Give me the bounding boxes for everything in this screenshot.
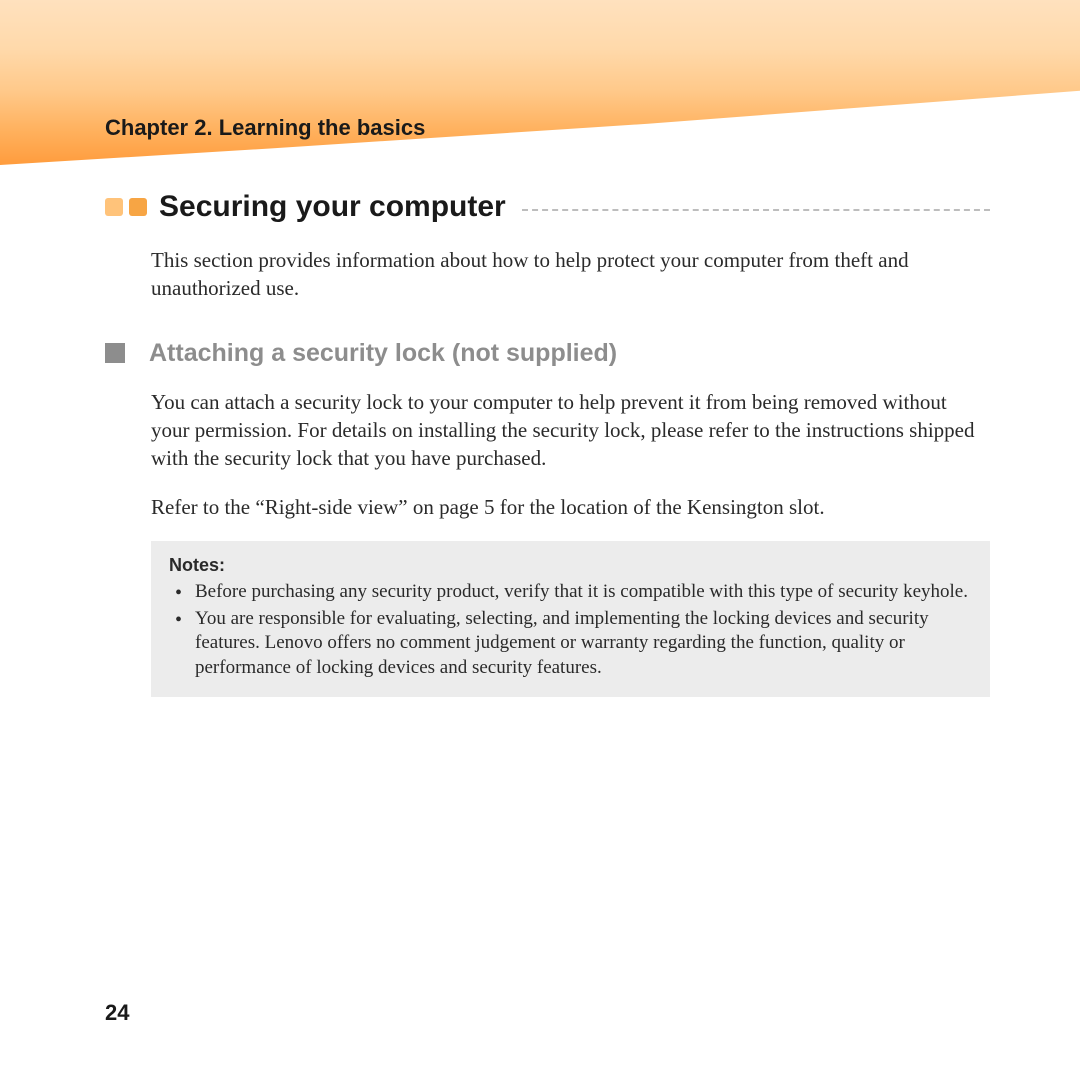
body-paragraph: You can attach a security lock to your c… bbox=[151, 388, 990, 473]
section-title: Securing your computer bbox=[159, 190, 506, 224]
square-icon bbox=[105, 343, 125, 363]
section-header: Securing your computer bbox=[105, 190, 990, 224]
section-bullet-icon bbox=[105, 198, 147, 216]
subsection-header: Attaching a security lock (not supplied) bbox=[105, 339, 990, 368]
dashed-rule bbox=[522, 209, 990, 211]
page-number: 24 bbox=[105, 1000, 129, 1026]
note-item: You are responsible for evaluating, sele… bbox=[169, 607, 972, 681]
page-content: Securing your computer This section prov… bbox=[105, 190, 990, 697]
subsection-title: Attaching a security lock (not supplied) bbox=[149, 339, 617, 368]
square-icon bbox=[105, 198, 123, 216]
body-paragraph: Refer to the “Right-side view” on page 5… bbox=[151, 493, 990, 521]
notes-list: Before purchasing any security product, … bbox=[169, 580, 972, 681]
square-icon bbox=[129, 198, 147, 216]
notes-box: Notes: Before purchasing any security pr… bbox=[151, 541, 990, 697]
note-item: Before purchasing any security product, … bbox=[169, 580, 972, 605]
chapter-heading: Chapter 2. Learning the basics bbox=[105, 115, 425, 141]
notes-label: Notes: bbox=[169, 555, 972, 576]
section-intro: This section provides information about … bbox=[151, 246, 990, 303]
